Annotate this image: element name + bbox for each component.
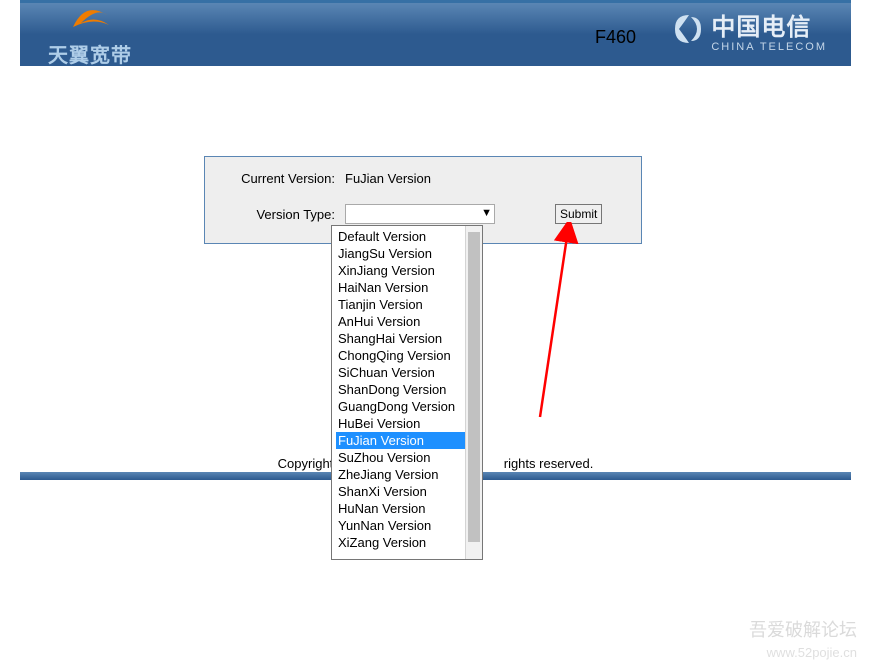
dropdown-option[interactable]: HuBei Version (336, 415, 482, 432)
dropdown-option[interactable]: ShanXi Version (336, 483, 482, 500)
china-telecom-block: 中国电信 CHINA TELECOM (671, 11, 827, 57)
dropdown-option[interactable]: GuangDong Version (336, 398, 482, 415)
dropdown-option[interactable]: SuZhou Version (336, 449, 482, 466)
dropdown-option[interactable]: ShanDong Version (336, 381, 482, 398)
china-telecom-en: CHINA TELECOM (711, 42, 827, 53)
version-type-label: Version Type: (205, 207, 335, 222)
dropdown-option[interactable]: ZheJiang Version (336, 466, 482, 483)
dropdown-option[interactable]: FuJian Version (336, 432, 482, 449)
dropdown-option[interactable]: AnHui Version (336, 313, 482, 330)
dropdown-option[interactable]: Tianjin Version (336, 296, 482, 313)
dropdown-option[interactable]: HuNan Version (336, 500, 482, 517)
dropdown-option[interactable]: ShangHai Version (336, 330, 482, 347)
dropdown-option[interactable]: HaiNan Version (336, 279, 482, 296)
tianyi-brand-block: 天翼宽带 (48, 5, 132, 68)
dropdown-option[interactable]: YunNan Version (336, 517, 482, 534)
dropdown-option[interactable]: Default Version (336, 228, 482, 245)
header-bar: 天翼宽带 F460 中国电信 CHINA TELECOM (20, 0, 851, 66)
dropdown-scrollbar[interactable] (465, 226, 482, 559)
current-version-label: Current Version: (205, 171, 335, 186)
dropdown-option[interactable]: XiZang Version (336, 534, 482, 551)
device-model: F460 (595, 27, 636, 48)
watermark-cn: 吾爱破解论坛 (749, 616, 857, 642)
annotation-arrow-icon (530, 222, 590, 422)
submit-button[interactable]: Submit (555, 204, 602, 224)
china-telecom-logo-icon (671, 11, 705, 57)
chevron-down-icon: ▼ (481, 207, 492, 219)
version-type-dropdown[interactable]: Default VersionJiangSu VersionXinJiang V… (331, 225, 483, 560)
dropdown-option[interactable]: ChongQing Version (336, 347, 482, 364)
dropdown-option[interactable]: SiChuan Version (336, 364, 482, 381)
dropdown-option[interactable]: JiangSu Version (336, 245, 482, 262)
watermark-url: www.52pojie.cn (767, 645, 857, 660)
china-telecom-cn: 中国电信 (711, 16, 827, 40)
tianyi-brand-text: 天翼宽带 (48, 39, 132, 68)
current-version-value: FuJian Version (345, 171, 431, 186)
scrollbar-thumb[interactable] (468, 232, 480, 542)
version-type-select[interactable]: ▼ (345, 204, 495, 224)
esurfing-logo-icon (67, 5, 113, 36)
dropdown-option[interactable]: XinJiang Version (336, 262, 482, 279)
